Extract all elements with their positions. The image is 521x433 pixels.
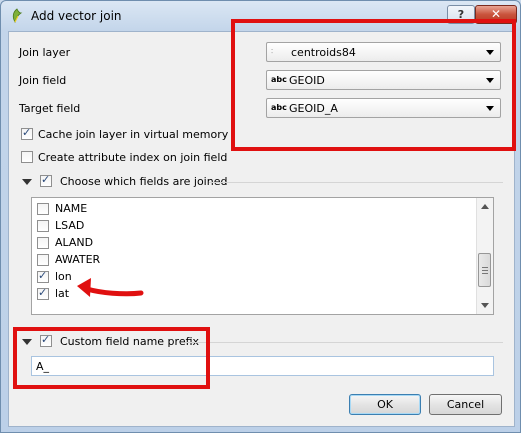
scroll-up-icon[interactable] (481, 204, 489, 209)
attribute-index-label: Create attribute index on join field (38, 151, 228, 164)
list-item: NAME (55, 202, 88, 215)
qgis-icon (12, 8, 23, 24)
dialog-window: Add vector join ? ✕ Join layer ∶ centroi… (0, 0, 521, 433)
window-title: Add vector join (31, 9, 122, 23)
field-checkbox-aland[interactable] (37, 237, 49, 249)
target-field-label: Target field (19, 102, 81, 115)
field-checkbox-name[interactable] (37, 203, 49, 215)
scroll-thumb[interactable] (478, 253, 491, 287)
annotation-highlight-box (13, 327, 210, 389)
cancel-button[interactable]: Cancel (429, 394, 502, 415)
cache-join-checkbox[interactable] (21, 126, 33, 140)
field-checkbox-awater[interactable] (37, 254, 49, 266)
scroll-down-icon[interactable] (481, 303, 489, 308)
field-checkbox-lsad[interactable] (37, 220, 49, 232)
join-field-label: Join field (19, 74, 67, 87)
cache-join-label: Cache join layer in virtual memory (38, 128, 229, 141)
choose-fields-title: Choose which fields are joined (60, 175, 228, 188)
join-layer-label: Join layer (19, 46, 71, 59)
field-checkbox-lon[interactable] (37, 269, 49, 283)
list-item: AWATER (55, 253, 101, 266)
field-checkbox-lat[interactable] (37, 286, 49, 300)
group-divider (209, 182, 503, 183)
vertical-scrollbar[interactable] (476, 198, 493, 314)
choose-fields-checkbox[interactable] (40, 173, 52, 187)
list-item: LSAD (55, 219, 85, 232)
annotation-highlight-box (231, 19, 516, 151)
annotation-arrow-icon (77, 278, 144, 297)
attribute-index-checkbox[interactable] (21, 151, 33, 163)
ok-button[interactable]: OK (349, 394, 421, 415)
list-item: ALAND (55, 236, 94, 249)
group-divider (185, 342, 503, 343)
collapse-triangle-icon[interactable] (22, 179, 32, 185)
